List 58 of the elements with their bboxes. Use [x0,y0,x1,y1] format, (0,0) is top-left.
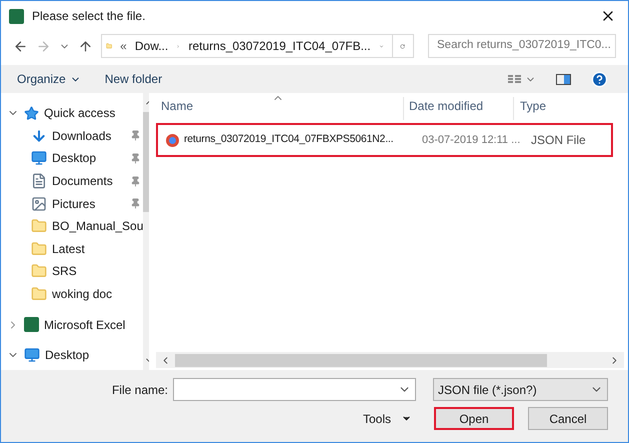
sidebar-item[interactable]: Downloads [1,124,144,148]
pin-icon[interactable] [130,176,142,187]
help-icon[interactable] [591,70,608,88]
sidebar-item[interactable]: Microsoft Excel [1,313,144,336]
file-name: returns_03072019_ITC04_07FBXPS5061N2... [183,132,394,148]
tools-button[interactable]: Tools [362,410,412,428]
view-options-icon[interactable] [508,74,536,84]
search-placeholder: Search returns_03072019_ITC0... [437,38,611,54]
browser-file-icon [166,134,179,146]
sidebar-item[interactable]: Desktop [1,344,144,367]
picture-icon [31,196,47,212]
sidebar-item[interactable]: SRS [1,260,144,283]
breadcrumb[interactable]: returns_03072019_ITC04_07FB... [188,37,371,55]
overflow-chevrons[interactable]: « [120,37,127,55]
horizontal-scrollbar[interactable] [156,352,624,368]
pin-icon[interactable] [130,152,142,164]
up-icon[interactable] [78,38,93,54]
file-row[interactable]: returns_03072019_ITC04_07FBXPS5061N2... 03-07-2019 12:11 ... JSON File [156,123,613,157]
download-icon [31,128,47,144]
sidebar-item[interactable]: Desktop [1,147,144,170]
organize-button[interactable]: Organize [17,70,81,88]
forward-icon[interactable] [36,38,51,54]
document-icon [31,173,47,190]
pin-icon[interactable] [130,130,142,142]
file-name-field[interactable] [173,378,416,401]
spreadsheet-icon [24,317,39,332]
spreadsheet-icon [9,8,24,24]
file-name-label: File name: [112,382,168,398]
sidebar-item[interactable]: Documents [1,170,144,192]
pin-icon[interactable] [130,198,142,210]
sidebar-item[interactable]: Quick access [1,102,144,125]
search-field[interactable]: Search returns_03072019_ITC0... [428,34,616,58]
scroll-thumb[interactable] [175,354,547,366]
sidebar-item[interactable]: woking doc [1,282,144,306]
open-button[interactable]: Open [434,407,514,430]
column-header[interactable]: Name [156,97,404,120]
folder-icon [31,240,47,257]
new-folder-button[interactable]: New folder [104,70,162,88]
file-date: 03-07-2019 12:11 ... [421,132,522,148]
back-icon[interactable] [13,38,28,54]
breadcrumb[interactable]: Dow... [134,37,168,55]
folder-icon [31,286,47,302]
folder-icon [31,218,47,234]
cancel-button[interactable]: Cancel [528,407,608,430]
window-title: Please select the file. [32,8,146,25]
preview-pane-icon[interactable] [556,74,571,84]
sidebar-item[interactable]: BO_Manual_Sou [1,214,144,238]
monitor-icon [31,150,47,166]
sidebar-item[interactable]: Latest [1,238,144,260]
address-bar[interactable]: « Dow... returns_03072019_ITC04_07FB... [101,34,414,58]
star-icon [24,106,39,121]
file-type-dropdown[interactable]: JSON file (*.json?) [433,378,608,401]
column-header[interactable]: Type [514,97,546,120]
file-type: JSON File [530,132,586,149]
monitor-icon [24,347,40,364]
sidebar-item[interactable]: Pictures [1,192,144,215]
folder-icon [31,263,47,280]
column-header[interactable]: Date modified [404,97,514,120]
